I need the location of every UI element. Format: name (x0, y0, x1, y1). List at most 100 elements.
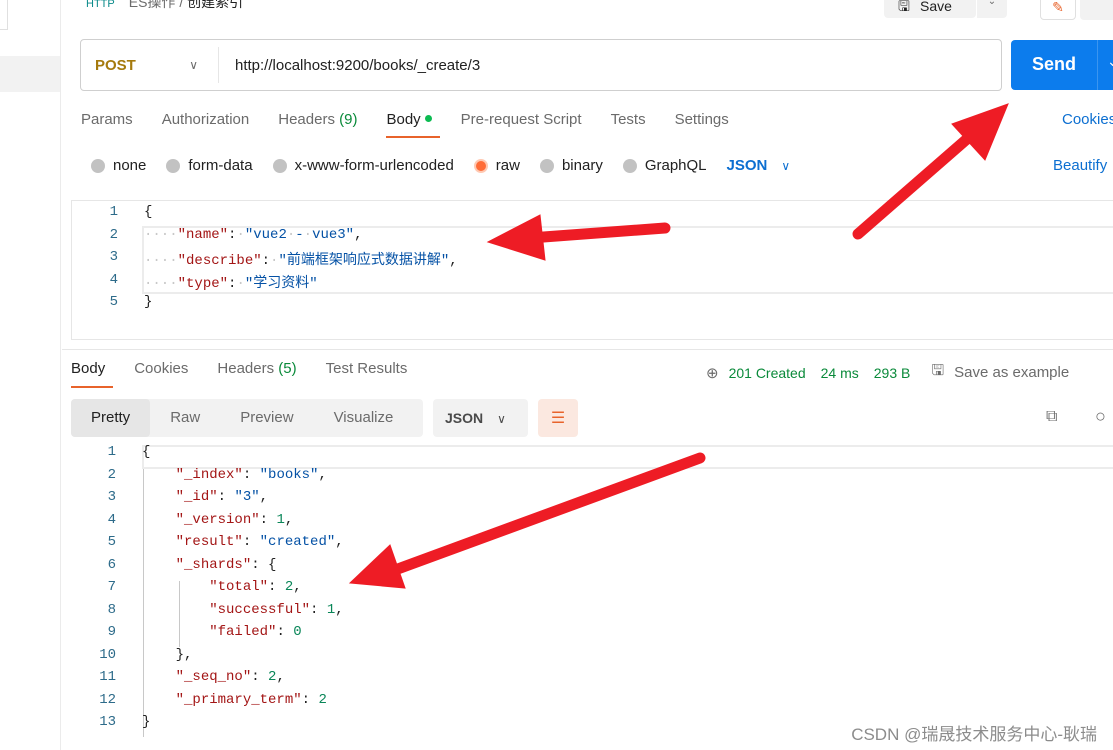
save-dropdown-button[interactable]: ⌄ (977, 0, 1007, 18)
code-token: "total" (209, 579, 269, 595)
tab-settings[interactable]: Settings (675, 111, 729, 128)
body-type-form-data[interactable]: form-data (166, 157, 253, 174)
comments-button[interactable] (1080, 0, 1113, 20)
chevron-down-icon: ⌄ (987, 0, 997, 7)
tab-cookies[interactable]: Cookies (134, 360, 188, 377)
view-pretty[interactable]: Pretty (71, 399, 151, 437)
code-token: "successful" (209, 601, 311, 618)
radio-button[interactable] (166, 158, 181, 173)
request-url-bar: POST ∨ http://localhost:9200/books/_creat… (80, 39, 1002, 91)
radio-button[interactable] (539, 158, 554, 173)
response-meta: ⊕ 201 Created 24 ms 293 B 🖫 Save as exam… (706, 360, 1069, 385)
code-token: } (142, 714, 151, 730)
code-token: , (259, 489, 269, 505)
body-type-none[interactable]: none (91, 157, 146, 174)
view-preview[interactable]: Preview (220, 399, 313, 437)
code-text: } (142, 714, 150, 730)
tab-authorization[interactable]: Authorization (162, 111, 250, 128)
code-token: : (310, 601, 327, 618)
tab-count: (5) (278, 360, 297, 377)
tab-pre-request-script[interactable]: Pre-request Script (461, 111, 582, 128)
code-token: : (301, 691, 319, 708)
body-type-binary[interactable]: binary (539, 157, 603, 174)
save-button[interactable]: 🖫 Save (884, 0, 976, 18)
tab-label: Headers (217, 360, 275, 377)
body-type-GraphQL[interactable]: GraphQL (622, 157, 707, 174)
body-type-x-www-form-urlencoded[interactable]: x-www-form-urlencoded (272, 157, 454, 174)
status-badge[interactable]: 201 Created (729, 365, 806, 381)
tab-label: Tests (610, 111, 646, 128)
search-icon[interactable]: ○ (1095, 406, 1106, 427)
chevron-down-icon: ∨ (497, 412, 506, 426)
body-type-raw[interactable]: raw (473, 157, 520, 174)
beautify-link[interactable]: Beautify (1053, 157, 1107, 174)
code-line: 3 ····"describe":·"前端框架响应式数据讲解", (72, 249, 1113, 271)
view-raw[interactable]: Raw (150, 399, 220, 437)
response-format-select[interactable]: JSON ∨ (433, 399, 528, 437)
annotation-arrowhead-send (951, 103, 1009, 161)
copy-icon[interactable]: ⧉ (1046, 408, 1057, 426)
chevron-down-icon: ∨ (189, 58, 198, 72)
tab-headers[interactable]: Headers (5) (217, 360, 296, 377)
breadcrumb-collection[interactable]: ES操作 (129, 0, 176, 10)
url-input[interactable]: http://localhost:9200/books/_create/3 (219, 57, 480, 74)
code-text: }, (142, 646, 193, 663)
radio-button[interactable] (272, 158, 287, 173)
breadcrumb-request[interactable]: 创建索引 (187, 0, 243, 10)
chevron-down-icon[interactable]: ⌄ (1107, 53, 1113, 70)
sidebar-selected-item[interactable] (0, 56, 60, 92)
response-tabs: Body Cookies Headers (5) Test Results (71, 360, 436, 388)
radio-button[interactable] (622, 158, 637, 173)
edit-button[interactable]: ✎ (1040, 0, 1076, 20)
save-as-example-button[interactable]: Save as example (954, 364, 1069, 381)
code-text: "result": "created", (142, 534, 344, 550)
tab-body[interactable]: Body (71, 360, 114, 388)
line-number: 1 (107, 444, 116, 460)
code-token: : (259, 511, 277, 528)
body-type-options: none form-data x-www-form-urlencoded raw bin… (91, 157, 790, 174)
code-token: ···· (144, 275, 178, 292)
code-token: , (276, 669, 285, 685)
code-token: "_version" (175, 511, 260, 528)
tab-test-results[interactable]: Test Results (326, 360, 408, 377)
radio-button[interactable] (91, 158, 105, 173)
raw-format-select[interactable]: JSON ∨ (727, 157, 791, 174)
line-number: 5 (109, 294, 118, 310)
tab-params[interactable]: Params (81, 111, 133, 128)
tab-tests[interactable]: Tests (611, 111, 646, 128)
radio-button[interactable] (473, 158, 488, 173)
method-select[interactable]: POST ∨ (81, 47, 219, 83)
send-button[interactable]: Send ⌄ (1011, 40, 1113, 90)
code-token: , (335, 601, 344, 618)
code-text: "_seq_no": 2, (142, 669, 285, 685)
globe-icon[interactable]: ⊕ (706, 364, 719, 382)
response-size[interactable]: 293 B (874, 365, 911, 381)
breadcrumb: HTTP ES操作 / 创建索引 (86, 0, 243, 12)
code-text: "_primary_term": 2 (142, 692, 327, 708)
code-token: - (295, 226, 304, 243)
tab-body[interactable]: Body (386, 111, 440, 138)
code-token: : (261, 253, 271, 269)
line-number: 10 (99, 646, 116, 663)
response-time[interactable]: 24 ms (821, 365, 859, 381)
line-number: 6 (107, 556, 116, 573)
wrap-lines-button[interactable]: ☰ (538, 399, 578, 437)
format-value: JSON (445, 410, 484, 426)
code-token: { (142, 444, 151, 460)
view-visualize[interactable]: Visualize (314, 399, 414, 437)
tab-headers[interactable]: Headers (9) (278, 111, 357, 128)
line-number: 2 (109, 226, 118, 243)
code-token: "前端框架响应式数据讲解" (278, 253, 450, 269)
code-token: · (303, 226, 313, 243)
cookies-link[interactable]: Cookies (1062, 111, 1113, 128)
code-token: } (144, 294, 153, 310)
code-token: , (318, 466, 327, 483)
code-token: }, (142, 646, 193, 663)
code-token: : (251, 669, 269, 685)
request-body-editor[interactable]: 1{2 ····"name":·"vue2·-·vue3", 3 ····"descr… (71, 200, 1113, 340)
